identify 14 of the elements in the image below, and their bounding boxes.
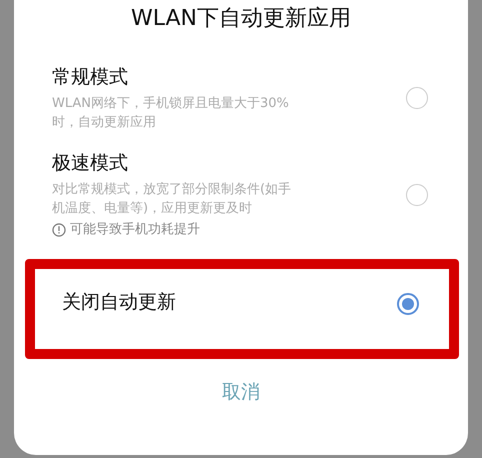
option-title: 极速模式 xyxy=(52,151,129,176)
radio-button[interactable] xyxy=(406,87,428,109)
highlighted-option[interactable]: 关闭自动更新 xyxy=(25,259,459,359)
option-title: 关闭自动更新 xyxy=(62,290,177,315)
option-row[interactable]: 极速模式 对比常规模式，放宽了部分限制条件(如手机温度、电量等)，应用更新更及时 可能导致手机功耗提升 xyxy=(14,150,468,239)
dialog-title: WLAN下自动更新应用 xyxy=(130,5,352,33)
warning-icon xyxy=(52,222,66,236)
option-description: 对比常规模式，放宽了部分限制条件(如手机温度、电量等)，应用更新更及时 xyxy=(52,181,292,218)
option-row[interactable]: 常规模式 WLAN网络下，手机锁屏且电量大于30%时，自动更新应用 xyxy=(14,64,468,132)
radio-button[interactable] xyxy=(406,184,428,206)
option-title: 常规模式 xyxy=(52,65,129,90)
warning-text: 可能导致手机功耗提升 xyxy=(70,221,200,239)
option-description: WLAN网络下，手机锁屏且电量大于30%时，自动更新应用 xyxy=(52,95,290,132)
radio-button[interactable] xyxy=(397,293,419,315)
